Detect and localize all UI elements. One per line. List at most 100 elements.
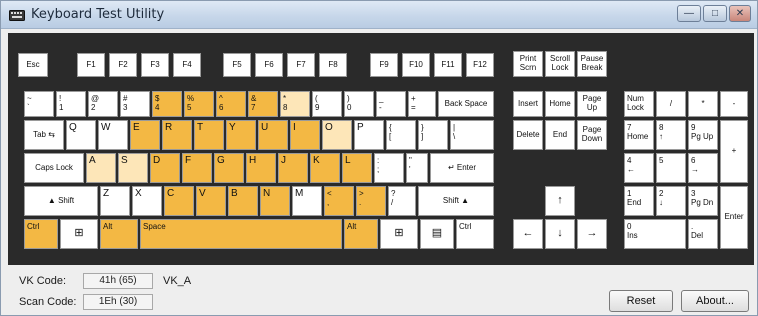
key-page-down[interactable]: Page Down xyxy=(577,120,607,150)
key-backslash[interactable]: | \ xyxy=(450,120,494,150)
key-q[interactable]: Q xyxy=(66,120,96,150)
key-num-8[interactable]: 8 ↑ xyxy=(656,120,686,150)
key-w[interactable]: W xyxy=(98,120,128,150)
key-f12[interactable]: F12 xyxy=(466,53,494,77)
key-space[interactable]: Space xyxy=(140,219,342,249)
key-f9[interactable]: F9 xyxy=(370,53,398,77)
key-e[interactable]: E xyxy=(130,120,160,150)
key-num-6[interactable]: 6 → xyxy=(688,153,718,183)
close-button[interactable]: ✕ xyxy=(729,5,751,22)
key-4[interactable]: $4 xyxy=(152,91,182,117)
about-button[interactable]: About... xyxy=(681,290,749,312)
key-k[interactable]: K xyxy=(310,153,340,183)
key-8[interactable]: * 8 xyxy=(280,91,310,117)
key-print-screen[interactable]: Print Scrn xyxy=(513,51,543,77)
windows-icon[interactable]: ⊞ xyxy=(380,219,418,249)
key-esc[interactable]: Esc xyxy=(18,53,48,77)
key-x[interactable]: X xyxy=(132,186,162,216)
key-num-4[interactable]: 4 ← xyxy=(624,153,654,183)
key-6[interactable]: ^ 6 xyxy=(216,91,246,117)
key-home[interactable]: Home xyxy=(545,91,575,117)
key-quote[interactable]: " ' xyxy=(406,153,428,183)
key-t[interactable]: T xyxy=(194,120,224,150)
key-3[interactable]: #3 xyxy=(120,91,150,117)
key-5[interactable]: % 5 xyxy=(184,91,214,117)
key-num-lock[interactable]: Num Lock xyxy=(624,91,654,117)
key-z[interactable]: Z xyxy=(100,186,130,216)
key-f7[interactable]: F7 xyxy=(287,53,315,77)
key-n[interactable]: N xyxy=(260,186,290,216)
reset-button[interactable]: Reset xyxy=(609,290,673,312)
key-f3[interactable]: F3 xyxy=(141,53,169,77)
key-num-decimal[interactable]: . Del xyxy=(688,219,718,249)
key-num-9[interactable]: 9 Pg Up xyxy=(688,120,718,150)
key-right-ctrl[interactable]: Ctrl xyxy=(456,219,494,249)
key-f8[interactable]: F8 xyxy=(319,53,347,77)
key-2[interactable]: @2 xyxy=(88,91,118,117)
key-delete[interactable]: Delete xyxy=(513,120,543,150)
windows-icon[interactable]: ⊞ xyxy=(60,219,98,249)
maximize-button[interactable]: □ xyxy=(703,5,727,22)
key-u[interactable]: U xyxy=(258,120,288,150)
key-arrow-down[interactable]: ↓ xyxy=(545,219,575,249)
key-slash[interactable]: ? / xyxy=(388,186,416,216)
key-v[interactable]: V xyxy=(196,186,226,216)
key-f4[interactable]: F4 xyxy=(173,53,201,77)
key-right-shift[interactable]: Shift ▲ xyxy=(418,186,494,216)
key-tab[interactable]: Tab ⇆ xyxy=(24,120,64,150)
key-d[interactable]: D xyxy=(150,153,180,183)
key-g[interactable]: G xyxy=(214,153,244,183)
key-scroll-lock[interactable]: Scroll Lock xyxy=(545,51,575,77)
key-f11[interactable]: F11 xyxy=(434,53,462,77)
key-caps-lock[interactable]: Caps Lock xyxy=(24,153,84,183)
key-left-alt[interactable]: Alt xyxy=(100,219,138,249)
key-f2[interactable]: F2 xyxy=(109,53,137,77)
key-7[interactable]: & 7 xyxy=(248,91,278,117)
key-m[interactable]: M xyxy=(292,186,322,216)
key-i[interactable]: I xyxy=(290,120,320,150)
key-1[interactable]: ! 1 xyxy=(56,91,86,117)
key-9[interactable]: (9 xyxy=(312,91,342,117)
key-l[interactable]: L xyxy=(342,153,372,183)
key-arrow-left[interactable]: ← xyxy=(513,219,543,249)
key-enter[interactable]: ↵ Enter xyxy=(430,153,494,183)
key-left-shift[interactable]: ▲ Shift xyxy=(24,186,98,216)
minimize-button[interactable]: — xyxy=(677,5,701,22)
key-num-0[interactable]: 0 Ins xyxy=(624,219,686,249)
key-p[interactable]: P xyxy=(354,120,384,150)
key-comma[interactable]: <, xyxy=(324,186,354,216)
key-f6[interactable]: F6 xyxy=(255,53,283,77)
key-arrow-up[interactable]: ↑ xyxy=(545,186,575,216)
key-right-bracket[interactable]: }] xyxy=(418,120,448,150)
key-o[interactable]: O xyxy=(322,120,352,150)
key-num-1[interactable]: 1 End xyxy=(624,186,654,216)
key-end[interactable]: End xyxy=(545,120,575,150)
key-num-subtract[interactable]: - xyxy=(720,91,748,117)
key-num-enter[interactable]: Enter xyxy=(720,186,748,249)
key-left-ctrl[interactable]: Ctrl xyxy=(24,219,58,249)
key-y[interactable]: Y xyxy=(226,120,256,150)
key-s[interactable]: S xyxy=(118,153,148,183)
key-period[interactable]: >. xyxy=(356,186,386,216)
key-num-2[interactable]: 2 ↓ xyxy=(656,186,686,216)
key-semicolon[interactable]: :; xyxy=(374,153,404,183)
key-num-5[interactable]: 5 xyxy=(656,153,686,183)
key-page-up[interactable]: Page Up xyxy=(577,91,607,117)
key-arrow-right[interactable]: → xyxy=(577,219,607,249)
key-0[interactable]: ) 0 xyxy=(344,91,374,117)
key-f1[interactable]: F1 xyxy=(77,53,105,77)
key-insert[interactable]: Insert xyxy=(513,91,543,117)
key-right-alt[interactable]: Alt xyxy=(344,219,378,249)
key-minus[interactable]: _ - xyxy=(376,91,406,117)
key-left-bracket[interactable]: {[ xyxy=(386,120,416,150)
key-a[interactable]: A xyxy=(86,153,116,183)
key-num-3[interactable]: 3 Pg Dn xyxy=(688,186,718,216)
menu-icon[interactable]: ▤ xyxy=(420,219,454,249)
key-num-7[interactable]: 7 Home xyxy=(624,120,654,150)
key-f10[interactable]: F10 xyxy=(402,53,430,77)
key-num-multiply[interactable]: * xyxy=(688,91,718,117)
key-backspace[interactable]: Back Space xyxy=(438,91,494,117)
key-f[interactable]: F xyxy=(182,153,212,183)
key-num-divide[interactable]: / xyxy=(656,91,686,117)
key-f5[interactable]: F5 xyxy=(223,53,251,77)
